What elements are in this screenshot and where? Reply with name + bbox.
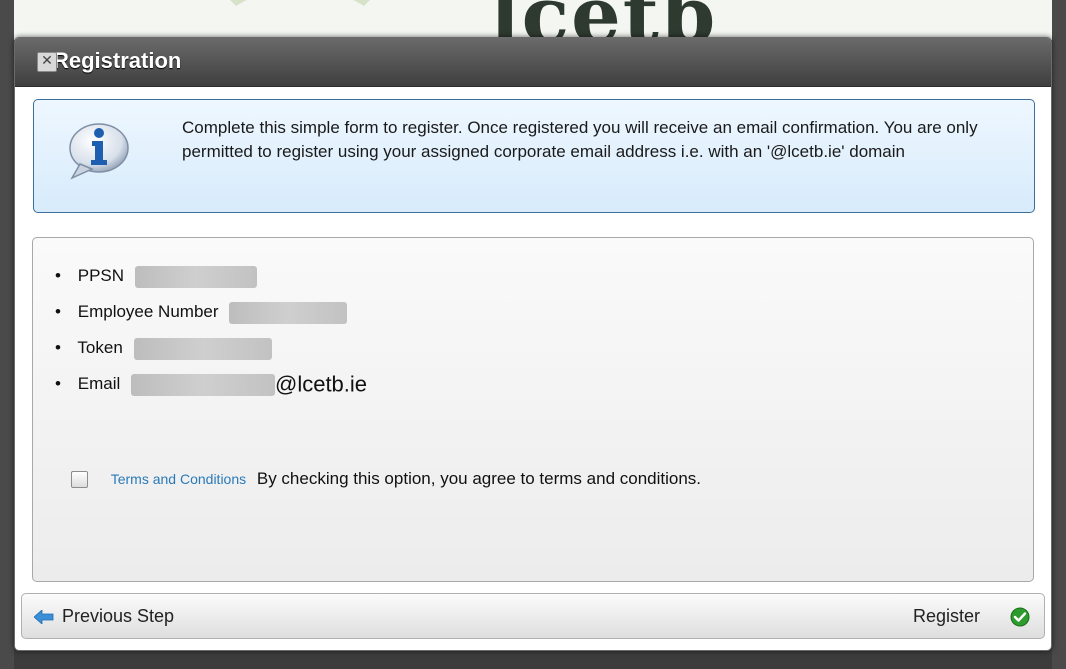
redacted-value [133,337,272,360]
previous-step-label: Previous Step [62,606,175,626]
bullet: • [55,302,61,321]
terms-link[interactable]: Terms and Conditions [111,471,246,487]
dialog-titlebar: Registration ✕ [15,38,1051,87]
field-token: • Token [55,330,367,366]
field-employee-number: • Employee Number [55,294,367,330]
info-panel: Complete this simple form to register. O… [33,99,1035,213]
check-circle-icon [1010,607,1030,627]
field-label: Token [77,338,123,357]
background-logo: lcetb [490,0,717,40]
redacted-value [229,301,348,324]
dialog-footer: Previous Step Register [21,593,1045,639]
field-list: • PPSN • Employee Number • Token • Email… [55,258,367,402]
field-label: PPSN [77,266,125,285]
terms-row: Terms and Conditions By checking this op… [71,469,701,489]
previous-step-button[interactable]: Previous Step [34,594,174,638]
arrow-left-icon [34,610,54,625]
registration-dialog: Registration ✕ Complete this simple form… [14,37,1052,651]
background-left-edge [0,0,14,669]
info-icon [69,123,129,180]
bullet: • [55,374,61,393]
redacted-value [130,373,275,396]
redacted-value [134,265,257,288]
bullet: • [55,338,61,357]
background-header: lcetb [0,0,1066,40]
info-message: Complete this simple form to register. O… [182,118,978,161]
bullet: • [55,266,61,285]
registration-form: • PPSN • Employee Number • Token • Email… [32,237,1034,582]
field-label: Employee Number [77,302,219,321]
terms-checkbox[interactable] [71,471,88,489]
dialog-title: Registration [53,48,182,73]
email-domain: @lcetb.ie [274,371,368,397]
register-label: Register [912,606,980,626]
close-icon[interactable]: ✕ [37,52,57,72]
field-ppsn: • PPSN [55,258,367,294]
field-label: Email [77,374,121,393]
background-right-edge [1052,0,1066,669]
field-email: • Email @lcetb.ie [55,366,367,402]
terms-agreement-text: By checking this option, you agree to te… [256,469,702,488]
register-button[interactable]: Register [913,594,1030,638]
background-swoosh [210,0,390,40]
